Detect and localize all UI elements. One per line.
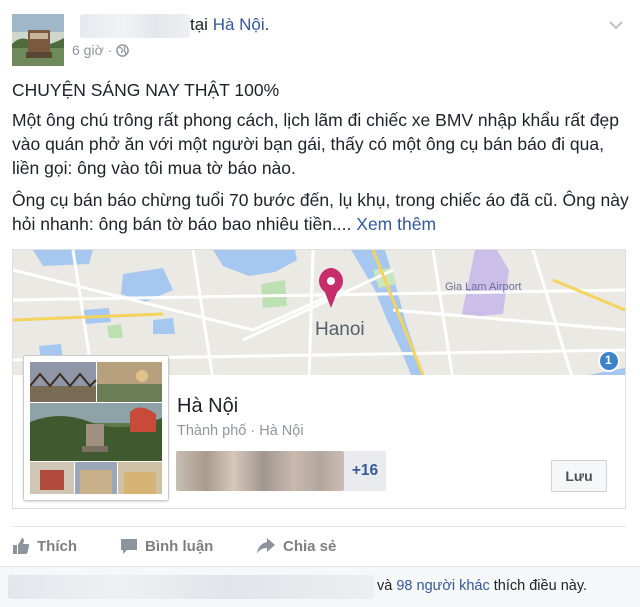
post-paragraph-1: Một ông chú trông rất phong cách, lịch l…: [12, 110, 620, 178]
post-meta: 6 giờ ·: [72, 42, 130, 58]
author-avatar[interactable]: [12, 14, 64, 66]
share-arrow-icon: [256, 537, 276, 555]
globe-icon[interactable]: [116, 43, 130, 57]
comment-button[interactable]: Bình luận: [120, 537, 213, 555]
post-paragraph-2-text: Ông cụ bán báo chừng tuổi 70 bước đến, l…: [12, 190, 629, 234]
post-header-location: tại Hà Nội.: [190, 15, 269, 35]
likes-suffix: thích điều này.: [493, 578, 588, 594]
post-timestamp[interactable]: 6 giờ: [72, 42, 104, 58]
likes-prefix: và: [377, 578, 393, 594]
comment-icon: [120, 537, 138, 555]
location-link[interactable]: Hà Nội: [213, 15, 265, 34]
post-actions-bar: Thích Bình luận Chia sẻ: [12, 526, 626, 566]
share-button[interactable]: Chia sẻ: [256, 537, 336, 555]
map-route-badge: 1: [605, 353, 612, 367]
share-label: Chia sẻ: [283, 537, 337, 555]
friends-avatars-redacted[interactable]: [176, 451, 344, 491]
post-paragraph-2: Ông cụ bán báo chừng tuổi 70 bước đến, l…: [12, 188, 632, 236]
location-prefix: tại: [190, 15, 208, 34]
like-label: Thích: [37, 537, 77, 555]
post-title: CHUYỆN SÁNG NAY THẬT 100%: [12, 80, 280, 100]
place-card[interactable]: Hanoi Gia Lam Airport 1 Hà Nội Thành phố…: [12, 249, 626, 509]
comment-label: Bình luận: [145, 537, 214, 555]
chevron-down-icon[interactable]: [608, 18, 624, 30]
see-more-link[interactable]: Xem thêm: [356, 214, 436, 234]
others-likes-link[interactable]: 98 người khác: [396, 578, 489, 594]
likes-summary-bar: và 98 người khác thích điều này.: [0, 566, 640, 607]
author-name-redacted[interactable]: [80, 14, 190, 38]
thumbs-up-icon: [12, 537, 30, 555]
facebook-post: tại Hà Nội. 6 giờ · CHUYỆN SÁNG NAY THẬT…: [0, 0, 640, 607]
likes-summary-text: và 98 người khác thích điều này.: [377, 578, 587, 594]
place-photo-collage[interactable]: [23, 355, 169, 501]
place-category: Thành phố · Hà Nội: [177, 423, 304, 439]
map-city-label: Hanoi: [315, 319, 365, 340]
more-friends-count[interactable]: +16: [344, 451, 386, 491]
like-button[interactable]: Thích: [12, 537, 77, 555]
place-name[interactable]: Hà Nội: [177, 395, 238, 418]
likers-names-redacted[interactable]: [8, 575, 374, 599]
location-suffix: .: [264, 15, 270, 34]
meta-separator: ·: [107, 42, 113, 58]
save-button[interactable]: Lưu: [551, 460, 607, 492]
map-airport-label: Gia Lam Airport: [445, 281, 522, 293]
